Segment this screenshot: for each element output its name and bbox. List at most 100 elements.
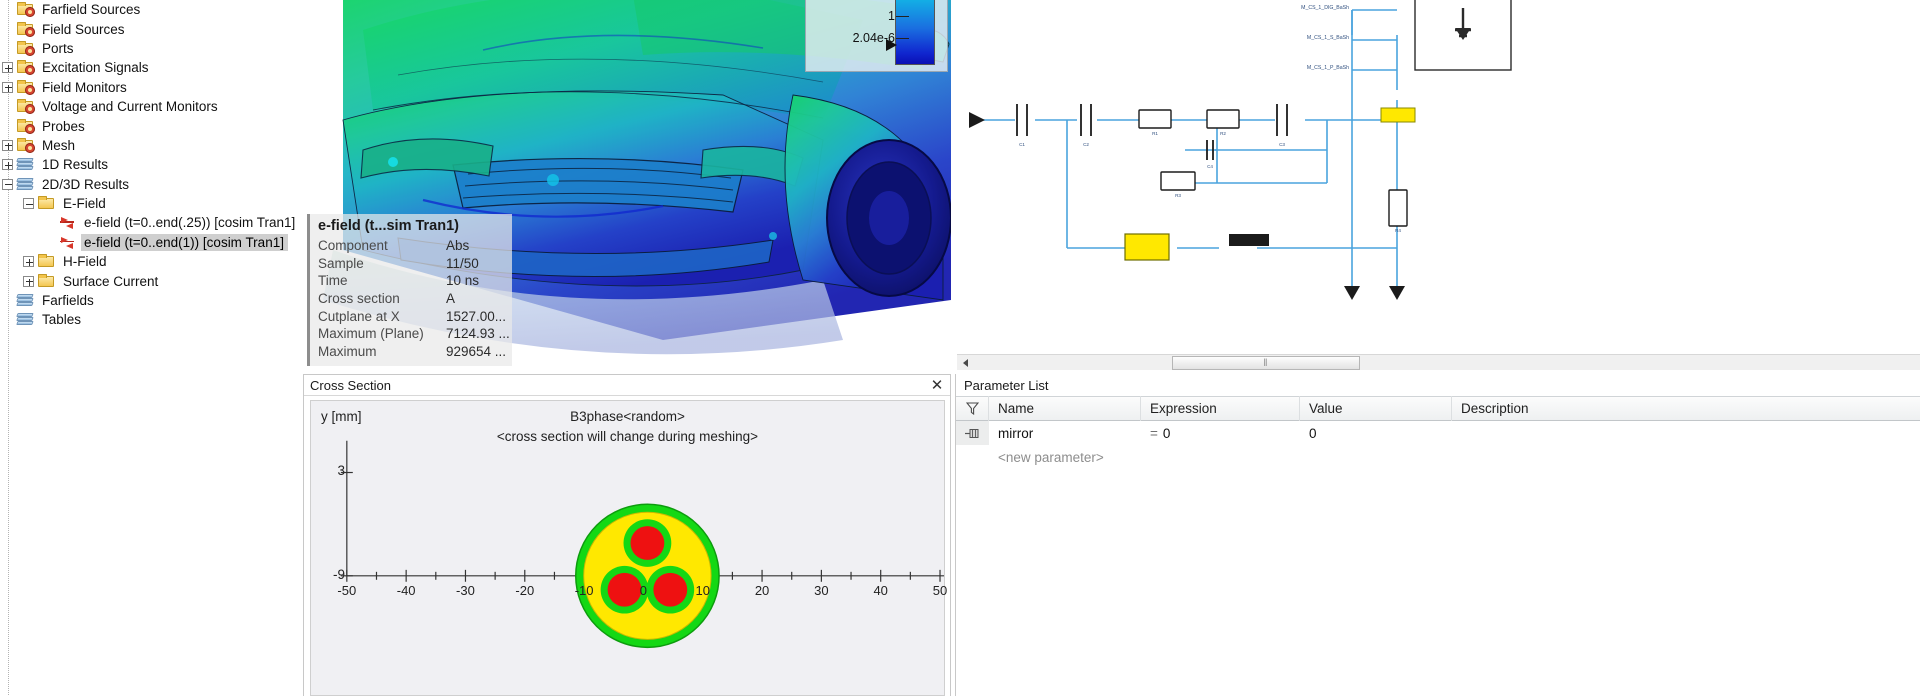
tree-item-e-field[interactable]: E-Field bbox=[0, 194, 301, 213]
expand-icon[interactable] bbox=[2, 140, 13, 151]
parameter-list-panel[interactable]: Parameter List Name Expression Value Des… bbox=[955, 374, 1920, 696]
field-info-value: Abs bbox=[446, 238, 469, 253]
field-info-key: Cross section bbox=[318, 291, 446, 306]
field-info-key: Maximum bbox=[318, 344, 446, 359]
close-icon[interactable]: ✕ bbox=[928, 376, 946, 394]
x-tick-label: 50 bbox=[933, 583, 947, 598]
column-header-name[interactable]: Name bbox=[989, 396, 1141, 421]
field-info-overlay: e-field (t...sim Tran1) ComponentAbsSamp… bbox=[307, 214, 512, 366]
folder-icon bbox=[37, 274, 56, 289]
folder-gear-icon bbox=[16, 138, 35, 153]
x-tick-label: 0 bbox=[640, 583, 647, 598]
scrollbar-thumb[interactable]: ‖ bbox=[1172, 356, 1360, 370]
tree-item-excitation-signals[interactable]: Excitation Signals bbox=[0, 58, 301, 77]
collapse-icon[interactable] bbox=[2, 179, 13, 190]
tree-item-1d-results[interactable]: 1D Results bbox=[0, 155, 301, 174]
tree-item-mesh[interactable]: Mesh bbox=[0, 136, 301, 155]
parameter-description[interactable] bbox=[1452, 421, 1920, 445]
parameter-name[interactable]: mirror bbox=[989, 421, 1141, 445]
svg-text:R3: R3 bbox=[1175, 193, 1181, 198]
cross-section-geometry bbox=[311, 401, 944, 695]
parameter-row[interactable]: mirror=00 bbox=[956, 421, 1920, 445]
tree-item-h-field[interactable]: H-Field bbox=[0, 252, 301, 271]
cross-section-title: Cross Section bbox=[310, 378, 928, 393]
funnel-icon[interactable] bbox=[956, 396, 989, 421]
x-tick-label: -30 bbox=[456, 583, 475, 598]
tree-item-label: Mesh bbox=[39, 138, 75, 153]
tree-item-label: Ports bbox=[39, 41, 74, 56]
tree-item-label: Field Sources bbox=[39, 22, 125, 37]
tree-item-tables[interactable]: Tables bbox=[0, 310, 301, 329]
tree-item-surface-current[interactable]: Surface Current bbox=[0, 271, 301, 290]
column-header-expression[interactable]: Expression bbox=[1141, 396, 1300, 421]
tree-item-farfield-sources[interactable]: Farfield Sources bbox=[0, 0, 301, 19]
folder-gear-icon bbox=[16, 99, 35, 114]
parameter-list-title: Parameter List bbox=[956, 374, 1920, 396]
folder-gear-icon bbox=[16, 60, 35, 75]
tree-item-voltage-and-current-monitors[interactable]: Voltage and Current Monitors bbox=[0, 97, 301, 116]
schematic-node-label: M_CS_1_S_BaSh bbox=[1307, 35, 1349, 41]
tree-item-label: e-field (t=0..end(1)) [cosim Tran1] bbox=[81, 234, 288, 251]
field-info-value: 929654 ... bbox=[446, 344, 506, 359]
x-tick-label: 30 bbox=[814, 583, 828, 598]
field-info-row: Time10 ns bbox=[318, 272, 512, 290]
field-info-key: Cutplane at X bbox=[318, 309, 446, 324]
x-tick-label: 20 bbox=[755, 583, 769, 598]
field-arrows-icon bbox=[58, 235, 77, 250]
folder-gear-icon bbox=[16, 22, 35, 37]
x-tick-label: -10 bbox=[575, 583, 594, 598]
equals-sign: = bbox=[1150, 426, 1158, 441]
tree-item-label: Voltage and Current Monitors bbox=[39, 99, 218, 114]
parameter-list-header: Name Expression Value Description bbox=[956, 396, 1920, 421]
x-tick-label: 10 bbox=[696, 583, 710, 598]
results-stack-icon bbox=[16, 157, 35, 172]
tree-item-field-monitors[interactable]: Field Monitors bbox=[0, 78, 301, 97]
color-legend-bar bbox=[895, 0, 935, 65]
tree-item-ports[interactable]: Ports bbox=[0, 39, 301, 58]
cross-section-title-bar: Cross Section ✕ bbox=[304, 375, 950, 396]
parameter-expression-value: 0 bbox=[1163, 426, 1171, 441]
new-parameter-row[interactable]: <new parameter> bbox=[956, 445, 1920, 469]
expand-icon[interactable] bbox=[23, 276, 34, 287]
field-info-row: Sample11/50 bbox=[318, 255, 512, 273]
folder-gear-icon bbox=[16, 41, 35, 56]
schematic-horizontal-scrollbar[interactable]: ‖ bbox=[957, 354, 1920, 370]
parameter-expression[interactable]: =0 bbox=[1141, 421, 1300, 445]
parameter-value[interactable]: 0 bbox=[1300, 421, 1452, 445]
expand-icon[interactable] bbox=[2, 159, 13, 170]
field-info-row: Maximum (Plane)7124.93 ... bbox=[318, 325, 512, 343]
field-arrows-icon bbox=[58, 215, 77, 230]
svg-text:R4: R4 bbox=[1395, 228, 1401, 233]
x-tick-label: -50 bbox=[337, 583, 356, 598]
expand-icon[interactable] bbox=[2, 62, 13, 73]
navigation-tree[interactable]: Farfield Sources Field Sources Ports Excita… bbox=[0, 0, 301, 696]
tree-item-farfields[interactable]: Farfields bbox=[0, 291, 301, 310]
cross-section-panel[interactable]: Cross Section ✕ y [mm] B3phase<random> <… bbox=[303, 374, 951, 696]
expand-icon[interactable] bbox=[2, 82, 13, 93]
tree-item-field-sources[interactable]: Field Sources bbox=[0, 19, 301, 38]
column-header-description[interactable]: Description bbox=[1452, 396, 1920, 421]
tree-item-label: Surface Current bbox=[60, 274, 158, 289]
field-info-value: A bbox=[446, 291, 455, 306]
svg-text:R2: R2 bbox=[1220, 131, 1226, 136]
folder-gear-icon bbox=[16, 80, 35, 95]
tree-item-probes[interactable]: Probes bbox=[0, 116, 301, 135]
schematic-node-label: M_CS_1_P_BaSh bbox=[1307, 65, 1349, 71]
field-info-key: Sample bbox=[318, 256, 446, 271]
schematic-view[interactable]: M_CS_1_DIG_BaSh M_CS_1_S_BaSh M_CS_1_P_B… bbox=[957, 0, 1920, 370]
cross-section-plot[interactable]: y [mm] B3phase<random> <cross section wi… bbox=[310, 400, 945, 696]
3d-field-view[interactable]: 10 1 2.04e-6 e-field (t...sim Tran1) Com… bbox=[303, 0, 951, 370]
tree-item-e-field-t-0-end-25-cosim-tran1[interactable]: e-field (t=0..end(.25)) [cosim Tran1] bbox=[0, 213, 301, 232]
column-header-value[interactable]: Value bbox=[1300, 396, 1452, 421]
expand-icon[interactable] bbox=[23, 256, 34, 267]
svg-text:C3: C3 bbox=[1279, 142, 1285, 147]
tree-item-2d-3d-results[interactable]: 2D/3D Results bbox=[0, 175, 301, 194]
tree-item-label: Farfields bbox=[39, 293, 94, 308]
scroll-left-arrow-icon[interactable] bbox=[957, 355, 973, 371]
field-info-value: 10 ns bbox=[446, 273, 479, 288]
tree-item-label: 2D/3D Results bbox=[39, 177, 129, 192]
tree-item-e-field-t-0-end-1-cosim-tran1[interactable]: e-field (t=0..end(1)) [cosim Tran1] bbox=[0, 233, 301, 252]
collapse-icon[interactable] bbox=[23, 198, 34, 209]
field-info-value: 11/50 bbox=[446, 256, 479, 271]
field-info-title: e-field (t...sim Tran1) bbox=[318, 218, 512, 234]
